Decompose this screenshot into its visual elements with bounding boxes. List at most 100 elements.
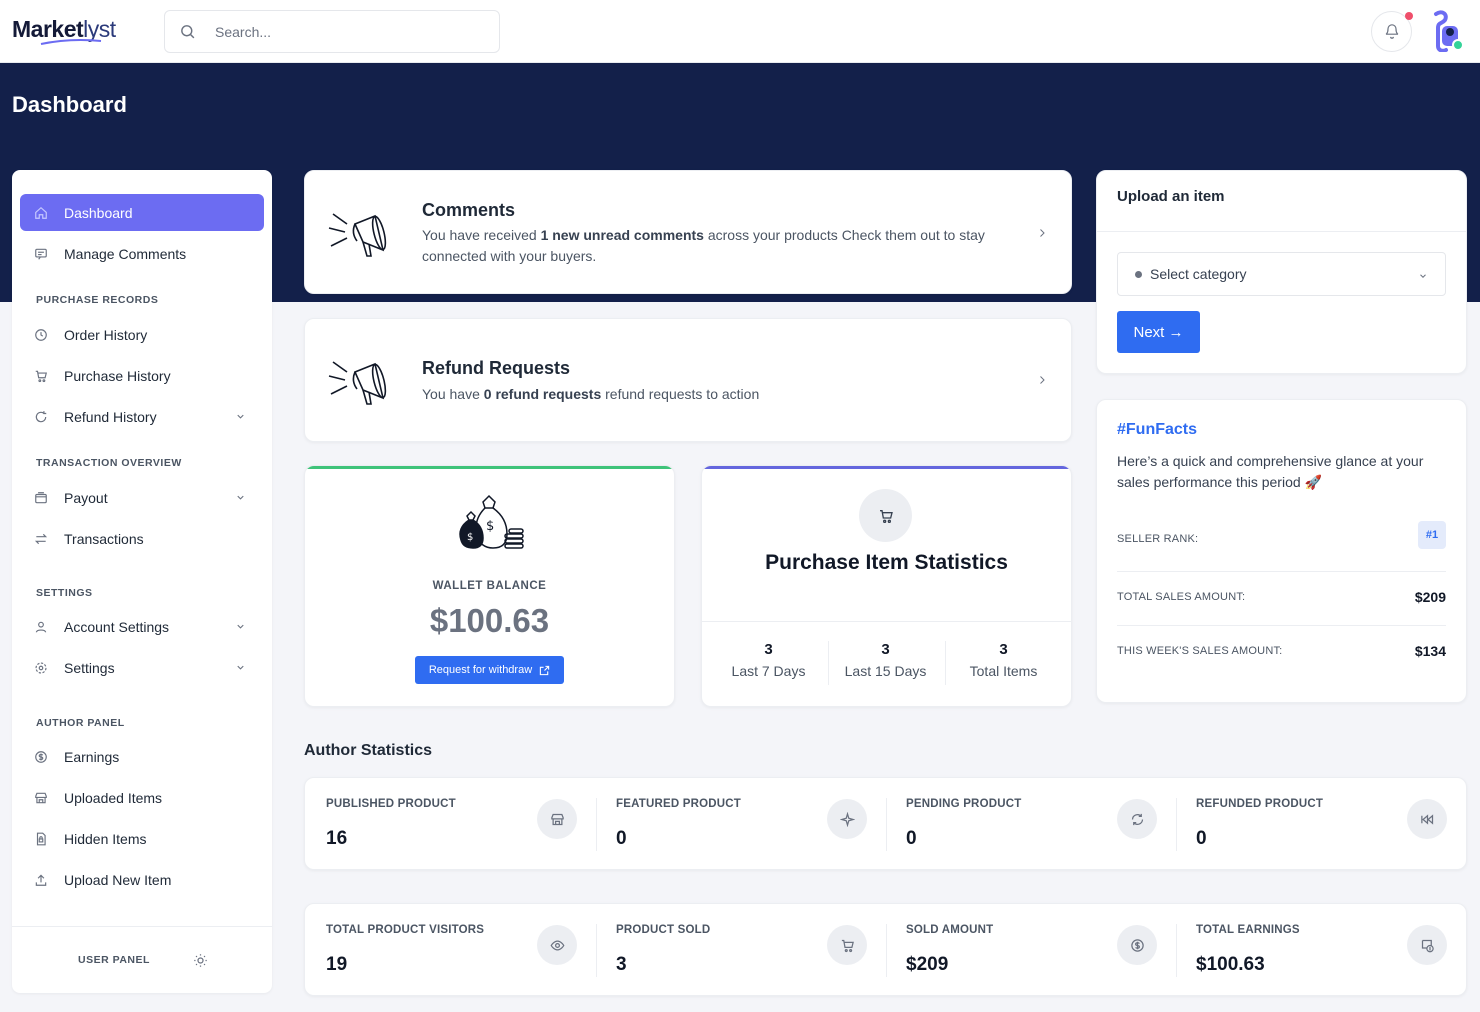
purchase-statistics-title: Purchase Item Statistics <box>765 551 1008 574</box>
purchase-statistics-card: Purchase Item Statistics 3 Last 7 Days 3… <box>701 465 1072 707</box>
upload-item-card: Upload an item Select category Next → <box>1096 170 1467 374</box>
request-withdraw-button[interactable]: Request for withdraw <box>415 656 564 684</box>
section-label-settings: SETTINGS <box>36 587 93 599</box>
sidebar-item-manage-comments[interactable]: Manage Comments <box>20 235 264 272</box>
refresh-icon <box>34 410 48 424</box>
chevron-down-icon[interactable] <box>235 411 246 422</box>
author-stats-row-2: TOTAL PRODUCT VISITORS 19 PRODUCT SOLD 3… <box>304 903 1467 996</box>
sidebar-item-refund-history[interactable]: Refund History <box>20 398 264 435</box>
purchase-stat-last-7-days: 3 Last 7 Days <box>710 641 827 679</box>
fun-facts-title: #FunFacts <box>1117 421 1198 438</box>
stat-refunded-product: REFUNDED PRODUCT 0 <box>1175 778 1465 869</box>
stat-label: FEATURED PRODUCT <box>616 798 742 810</box>
chevron-down-icon[interactable] <box>235 621 246 632</box>
purchase-stat-badge <box>859 489 912 542</box>
sidebar-item-uploaded-items[interactable]: Uploaded Items <box>20 779 264 816</box>
divider <box>1097 231 1466 232</box>
stat-total-earnings: TOTAL EARNINGS $100.63 <box>1175 904 1465 995</box>
week-sales-label: THIS WEEK'S SALES AMOUNT: <box>1117 645 1283 657</box>
total-sales-row: TOTAL SALES AMOUNT: $209 <box>1117 589 1446 645</box>
megaphone-icon <box>328 361 387 405</box>
sidebar-item-label: Uploaded Items <box>64 789 163 806</box>
transfer-icon <box>34 532 48 546</box>
chevron-right-icon[interactable] <box>1036 227 1048 239</box>
dollar-icon <box>1117 925 1157 965</box>
stat-label: TOTAL EARNINGS <box>1196 924 1300 936</box>
category-select[interactable]: Select category <box>1117 252 1446 296</box>
stat-sold-amount: SOLD AMOUNT $209 <box>885 904 1175 995</box>
wallet-icon <box>34 491 48 505</box>
sidebar-item-label: Hidden Items <box>64 830 147 847</box>
divider <box>1117 625 1446 626</box>
purchase-stat-last-15-days: 3 Last 15 Days <box>827 641 944 679</box>
sidebar-footer: USER PANEL <box>12 926 272 993</box>
file-lock-icon <box>34 832 48 846</box>
chevron-right-icon[interactable] <box>1036 374 1048 386</box>
chevron-down-icon <box>1420 274 1426 278</box>
search-input[interactable] <box>215 21 485 43</box>
avatar[interactable] <box>1428 10 1466 52</box>
sidebar-item-label: Earnings <box>64 748 120 765</box>
stat-label: TOTAL PRODUCT VISITORS <box>326 924 485 936</box>
user-icon <box>34 620 48 634</box>
store-icon <box>34 791 48 805</box>
sidebar-item-account-settings[interactable]: Account Settings <box>20 608 264 645</box>
stat-label: SOLD AMOUNT <box>906 924 994 936</box>
sidebar-item-label: Account Settings <box>64 618 170 635</box>
wallet-balance-card: $ $ WALLET BALANCE $100.63 Request for w… <box>304 465 675 707</box>
stat-featured-product: FEATURED PRODUCT 0 <box>595 778 885 869</box>
sidebar-item-order-history[interactable]: Order History <box>20 316 264 353</box>
sidebar-item-label: Payout <box>64 489 108 506</box>
stat-value: 0 <box>616 828 627 849</box>
comments-text: You have received 1 new unread comments … <box>422 227 985 264</box>
stat-published-product: PUBLISHED PRODUCT 16 <box>305 778 595 869</box>
sidebar-item-upload-new-item[interactable]: Upload New Item <box>20 861 264 898</box>
stat-label: Last 7 Days <box>731 663 806 679</box>
comment-icon <box>34 247 48 261</box>
refund-requests-title: Refund Requests <box>422 358 571 378</box>
section-label-purchase: PURCHASE RECORDS <box>36 294 159 306</box>
sidebar-item-purchase-history[interactable]: Purchase History <box>20 357 264 394</box>
notification-button[interactable] <box>1371 11 1413 52</box>
comments-card[interactable]: Comments You have received 1 new unread … <box>304 170 1072 294</box>
stat-value: $100.63 <box>1196 954 1265 975</box>
comments-title: Comments <box>422 200 516 220</box>
earnings-icon <box>1407 925 1447 965</box>
search-box[interactable] <box>164 10 500 53</box>
sidebar-item-earnings[interactable]: Earnings <box>20 738 264 775</box>
logo-swoosh-icon <box>40 39 102 45</box>
stat-total-product-visitors: TOTAL PRODUCT VISITORS 19 <box>305 904 595 995</box>
chevron-down-icon[interactable] <box>235 662 246 673</box>
stat-value: 0 <box>1196 828 1207 849</box>
cart-icon <box>827 925 867 965</box>
stat-product-sold: PRODUCT SOLD 3 <box>595 904 885 995</box>
stat-value: 3 <box>999 641 1008 658</box>
sidebar-item-label: Order History <box>64 326 148 343</box>
refund-requests-card[interactable]: Refund Requests You have 0 refund reques… <box>304 318 1072 442</box>
cart-icon <box>34 369 48 383</box>
megaphone-icon <box>328 213 387 257</box>
top-bar: Marketlyst <box>0 0 1480 63</box>
chevron-down-icon[interactable] <box>235 492 246 503</box>
stat-value: 19 <box>326 954 348 975</box>
clock-icon <box>34 328 48 342</box>
stat-pending-product: PENDING PRODUCT 0 <box>885 778 1175 869</box>
gear-icon <box>34 661 48 675</box>
total-sales-label: TOTAL SALES AMOUNT: <box>1117 591 1246 603</box>
sidebar-item-payout[interactable]: Payout <box>20 479 264 516</box>
sidebar-item-label: Purchase History <box>64 367 171 384</box>
stat-value: 3 <box>616 954 627 975</box>
user-panel-label[interactable]: USER PANEL <box>78 954 150 966</box>
sidebar-item-label: Upload New Item <box>64 871 172 888</box>
refund-requests-text: You have 0 refund requests refund reques… <box>422 386 760 402</box>
sidebar-item-hidden-items[interactable]: Hidden Items <box>20 820 264 857</box>
sidebar-item-transactions[interactable]: Transactions <box>20 520 264 557</box>
next-button[interactable]: Next → <box>1117 311 1200 353</box>
wallet-balance-amount: $100.63 <box>429 602 550 639</box>
sidebar-item-settings[interactable]: Settings <box>20 649 264 686</box>
sun-icon[interactable] <box>193 953 208 968</box>
divider <box>1117 571 1446 572</box>
stat-label: Last 15 Days <box>844 663 927 679</box>
purchase-accent-bar <box>702 466 1071 469</box>
sidebar-item-dashboard[interactable]: Dashboard <box>20 194 264 231</box>
